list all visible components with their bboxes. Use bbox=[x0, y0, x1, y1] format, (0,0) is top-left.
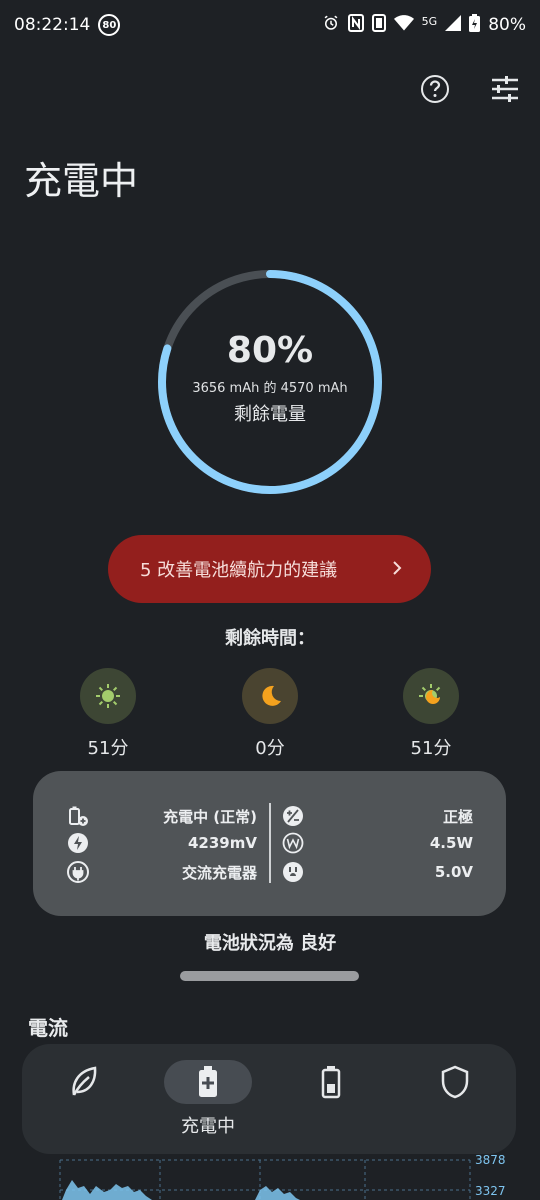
battery-details-card: 充電中 (正常) 4239mV 交流充電器 正極 4.5W 5.0V bbox=[33, 771, 506, 916]
status-time: 08:22:14 bbox=[14, 15, 91, 35]
current-section-title: 電流 bbox=[28, 1016, 68, 1040]
mode-normal-time: 51分 bbox=[87, 738, 129, 759]
mode-mixed[interactable]: 51分 bbox=[396, 668, 466, 760]
battery-icon bbox=[287, 1060, 375, 1104]
battery-capacity: 3656 mAh 的 4570 mAh bbox=[192, 381, 348, 396]
battery-summary: 80% 3656 mAh 的 4570 mAh 剩餘電量 bbox=[150, 262, 390, 502]
detail-voltage-text: 4239mV bbox=[188, 834, 257, 852]
battery-plus-icon bbox=[164, 1060, 252, 1104]
mode-night-time: 0分 bbox=[255, 738, 285, 759]
remaining-charge-label: 剩餘電量 bbox=[234, 404, 306, 425]
settings-sliders-icon[interactable] bbox=[488, 72, 522, 106]
shield-icon bbox=[411, 1060, 499, 1104]
detail-voltage: 4239mV bbox=[67, 830, 257, 856]
bottom-nav: 充電中 bbox=[22, 1044, 516, 1154]
details-divider bbox=[269, 803, 271, 883]
plug-icon bbox=[67, 861, 89, 883]
nav-item-charging[interactable]: 充電中 bbox=[153, 1044, 263, 1154]
battery-status-icon bbox=[469, 13, 481, 37]
leaf-icon bbox=[39, 1060, 127, 1104]
mode-mixed-time: 51分 bbox=[410, 738, 452, 759]
detail-charger: 交流充電器 bbox=[67, 859, 257, 885]
nav-item-charging-label: 充電中 bbox=[181, 1116, 235, 1137]
battery-charging-icon bbox=[67, 805, 89, 827]
battery-health: 電池狀況為 良好 bbox=[203, 933, 337, 954]
detail-status: 充電中 (正常) bbox=[67, 803, 257, 829]
nav-item-battery[interactable] bbox=[276, 1044, 386, 1154]
sun-moon-icon bbox=[403, 668, 459, 724]
status-bar: 08:22:14 80 5G 80% bbox=[0, 0, 540, 50]
help-icon[interactable] bbox=[418, 72, 452, 106]
nfc-icon bbox=[347, 13, 364, 37]
nav-item-saver[interactable] bbox=[28, 1044, 138, 1154]
polarity-icon bbox=[282, 805, 304, 827]
detail-status-text: 充電中 (正常) bbox=[163, 807, 257, 826]
wifi-icon bbox=[393, 14, 414, 37]
watt-icon bbox=[282, 832, 304, 854]
detail-power-text: 4.5W bbox=[429, 834, 473, 852]
drag-handle[interactable] bbox=[180, 971, 359, 981]
data-saver-icon bbox=[371, 13, 386, 37]
detail-power: 4.5W bbox=[282, 830, 473, 856]
nav-item-protection[interactable] bbox=[400, 1044, 510, 1154]
battery-tips-button[interactable]: 5 改善電池續航力的建議 bbox=[108, 535, 431, 603]
bolt-icon bbox=[67, 832, 89, 854]
battery-percent: 80% bbox=[488, 15, 526, 35]
y-tick-label: 3327 bbox=[475, 1184, 506, 1198]
sun-icon bbox=[80, 668, 136, 724]
alarm-icon bbox=[322, 14, 340, 36]
mode-night[interactable]: 0分 bbox=[235, 668, 305, 760]
signal-icon bbox=[445, 14, 462, 36]
moon-icon bbox=[242, 668, 298, 724]
outlet-icon bbox=[282, 861, 304, 883]
battery-percent-large: 80% bbox=[226, 330, 314, 371]
notification-badge-icon: 80 bbox=[98, 14, 121, 36]
current-chart: 3878 3327 bbox=[59, 1153, 506, 1200]
page-title: 充電中 bbox=[24, 159, 139, 203]
chart-series-area bbox=[255, 1186, 300, 1200]
detail-polarity-text: 正極 bbox=[442, 807, 473, 826]
battery-tips-label: 5 改善電池續航力的建議 bbox=[140, 560, 338, 581]
detail-output-voltage-text: 5.0V bbox=[434, 863, 473, 881]
network-type: 5G bbox=[421, 14, 438, 28]
detail-charger-text: 交流充電器 bbox=[181, 863, 257, 882]
mode-normal[interactable]: 51分 bbox=[73, 668, 143, 760]
remaining-time-label: 剩餘時間： bbox=[225, 628, 315, 649]
top-actions bbox=[418, 72, 522, 106]
chevron-right-icon bbox=[391, 557, 403, 581]
y-tick-label: 3878 bbox=[475, 1153, 506, 1167]
detail-polarity: 正極 bbox=[282, 803, 473, 829]
detail-output-voltage: 5.0V bbox=[282, 859, 473, 885]
